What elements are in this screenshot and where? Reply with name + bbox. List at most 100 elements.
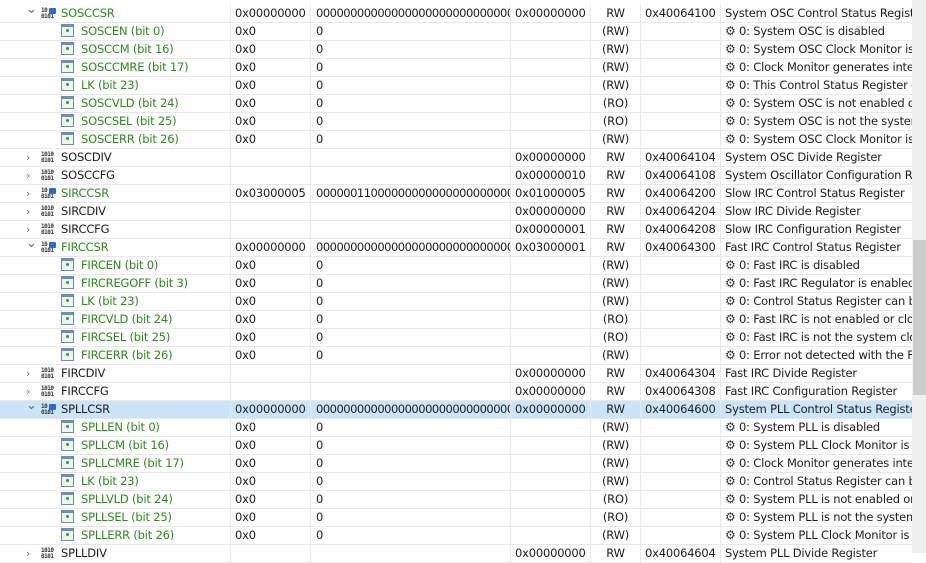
binary-cell[interactable]: 0 [311, 59, 511, 76]
value-cell[interactable] [231, 167, 311, 184]
field-row[interactable]: FIRCSEL (bit 25) 0x0 0 (RO) ⚙ 0: Fast IRC is … [0, 329, 912, 347]
value-cell[interactable]: 0x0 [231, 77, 311, 94]
value-cell[interactable]: 0x0 [231, 95, 311, 112]
binary-cell[interactable] [311, 383, 511, 400]
value-cell[interactable] [231, 383, 311, 400]
field-row[interactable]: SOSCCMRE (bit 17) 0x0 0 (RW) ⚙ 0: Clock Monit… [0, 59, 912, 77]
value-cell[interactable]: 0x0 [231, 275, 311, 292]
value-cell[interactable]: 0x0 [231, 41, 311, 58]
field-row[interactable]: LK (bit 23) 0x0 0 (RW) ⚙ 0: Control Status Re… [0, 293, 912, 311]
value-cell[interactable]: 0x0 [231, 419, 311, 436]
binary-cell[interactable] [311, 545, 511, 562]
binary-cell[interactable]: 0 [311, 41, 511, 58]
field-row[interactable]: SOSCERR (bit 26) 0x0 0 (RW) ⚙ 0: System OSC C… [0, 131, 912, 149]
binary-cell[interactable]: 0 [311, 347, 511, 364]
field-row[interactable]: LK (bit 23) 0x0 0 (RW) ⚙ 0: This Control Stat… [0, 77, 912, 95]
field-row[interactable]: SPLLSEL (bit 25) 0x0 0 (RO) ⚙ 0: System PLL i… [0, 509, 912, 527]
value-cell[interactable]: 0x0 [231, 491, 311, 508]
binary-cell[interactable]: 0 [311, 437, 511, 454]
value-cell[interactable]: 0x0 [231, 455, 311, 472]
binary-cell[interactable] [311, 365, 511, 382]
binary-cell[interactable]: 0 [311, 455, 511, 472]
value-cell[interactable]: 0x0 [231, 113, 311, 130]
value-cell[interactable]: 0x0 [231, 257, 311, 274]
value-cell[interactable]: 0x0 [231, 311, 311, 328]
value-cell[interactable] [231, 545, 311, 562]
field-row[interactable]: FIRCERR (bit 26) 0x0 0 (RW) ⚙ 0: Error not de… [0, 347, 912, 365]
field-row[interactable]: SOSCVLD (bit 24) 0x0 0 (RO) ⚙ 0: System OSC i… [0, 95, 912, 113]
binary-cell[interactable] [311, 221, 511, 238]
value-cell[interactable]: 0x0 [231, 437, 311, 454]
value-cell[interactable] [231, 149, 311, 166]
value-cell[interactable] [231, 365, 311, 382]
value-cell[interactable] [231, 203, 311, 220]
chevron-down-icon[interactable]: ⌄ [26, 239, 37, 252]
value-cell[interactable]: 0x00000000 [231, 239, 311, 256]
field-row[interactable]: SOSCEN (bit 0) 0x0 0 (RW) ⚙ 0: System OSC is … [0, 23, 912, 41]
binary-cell[interactable] [311, 167, 511, 184]
field-row[interactable]: FIRCREGOFF (bit 3) 0x0 0 (RW) ⚙ 0: Fast IRC R… [0, 275, 912, 293]
chevron-right-icon[interactable]: › [26, 149, 36, 166]
register-row[interactable]: › 1010 0101 FIRCDIV 0x00000000 RW 0x40064304 Fa… [0, 365, 912, 383]
binary-cell[interactable]: 0 [311, 473, 511, 490]
register-row[interactable]: › 1010 0101 SIRCCFG 0x00000001 RW 0x40064208 Sl… [0, 221, 912, 239]
value-cell[interactable]: 0x0 [231, 347, 311, 364]
binary-cell[interactable]: 0 [311, 23, 511, 40]
value-cell[interactable]: 0x0 [231, 329, 311, 346]
binary-cell[interactable]: 00000011000000000000000000000101 [311, 185, 511, 202]
binary-cell[interactable]: 0 [311, 509, 511, 526]
field-row[interactable]: SPLLERR (bit 26) 0x0 0 (RW) ⚙ 0: System PLL C… [0, 527, 912, 545]
binary-cell[interactable]: 00000000000000000000000000000000 [311, 239, 511, 256]
binary-cell[interactable]: 00000000000000000000000000000000 [311, 401, 511, 418]
chevron-right-icon[interactable]: › [26, 545, 36, 562]
binary-cell[interactable]: 0 [311, 311, 511, 328]
value-cell[interactable]: 0x0 [231, 509, 311, 526]
chevron-right-icon[interactable]: › [26, 221, 36, 238]
field-row[interactable]: LK (bit 23) 0x0 0 (RW) ⚙ 0: Control Status Re… [0, 473, 912, 491]
chevron-right-icon[interactable]: › [26, 365, 36, 382]
chevron-down-icon[interactable]: ⌄ [26, 401, 37, 414]
binary-cell[interactable]: 00000000000000000000000000000000 [311, 5, 511, 22]
binary-cell[interactable]: 0 [311, 257, 511, 274]
chevron-right-icon[interactable]: › [26, 167, 36, 184]
field-row[interactable]: SPLLCM (bit 16) 0x0 0 (RW) ⚙ 0: System PLL Cl… [0, 437, 912, 455]
binary-cell[interactable]: 0 [311, 113, 511, 130]
binary-cell[interactable]: 0 [311, 527, 511, 544]
field-row[interactable]: SOSCSEL (bit 25) 0x0 0 (RO) ⚙ 0: System OSC i… [0, 113, 912, 131]
binary-cell[interactable]: 0 [311, 329, 511, 346]
chevron-right-icon[interactable]: › [26, 203, 36, 220]
value-cell[interactable]: 0x0 [231, 23, 311, 40]
register-row[interactable]: ⌄ 10 0101 SOSCCSR 0x00000000 0000000000000000… [0, 5, 912, 23]
register-row[interactable]: › 10 0101 SIRCCSR 0x03000005 0000001100000000… [0, 185, 912, 203]
scrollbar-thumb[interactable] [913, 240, 926, 395]
binary-cell[interactable]: 0 [311, 491, 511, 508]
field-row[interactable]: SPLLCMRE (bit 17) 0x0 0 (RW) ⚙ 0: Clock Monit… [0, 455, 912, 473]
register-row[interactable]: ⌄ 10 0101 FIRCCSR 0x00000000 0000000000000000… [0, 239, 912, 257]
register-row[interactable]: › 1010 0101 SOSCCFG 0x00000010 RW 0x40064108 Sy… [0, 167, 912, 185]
binary-cell[interactable]: 0 [311, 275, 511, 292]
binary-cell[interactable] [311, 149, 511, 166]
register-row[interactable]: ⌄ 10 0101 SPLLCSR 0x00000000 0000000000000000… [0, 401, 912, 419]
register-row[interactable]: › 1010 0101 SOSCDIV 0x00000000 RW 0x40064104 Sy… [0, 149, 912, 167]
register-row[interactable]: › 1010 0101 SPLLDIV 0x00000000 RW 0x40064604 Sy… [0, 545, 912, 563]
chevron-right-icon[interactable]: › [26, 383, 36, 400]
field-row[interactable]: FIRCEN (bit 0) 0x0 0 (RW) ⚙ 0: Fast IRC is di… [0, 257, 912, 275]
value-cell[interactable] [231, 221, 311, 238]
value-cell[interactable]: 0x0 [231, 59, 311, 76]
binary-cell[interactable]: 0 [311, 95, 511, 112]
binary-cell[interactable] [311, 203, 511, 220]
value-cell[interactable]: 0x0 [231, 527, 311, 544]
binary-cell[interactable]: 0 [311, 131, 511, 148]
field-row[interactable]: SPLLEN (bit 0) 0x0 0 (RW) ⚙ 0: System PLL is … [0, 419, 912, 437]
chevron-right-icon[interactable]: › [26, 185, 36, 202]
value-cell[interactable]: 0x0 [231, 293, 311, 310]
register-row[interactable]: › 1010 0101 FIRCCFG 0x00000000 RW 0x40064308 Fa… [0, 383, 912, 401]
value-cell[interactable]: 0x03000005 [231, 185, 311, 202]
value-cell[interactable]: 0x00000000 [231, 401, 311, 418]
binary-cell[interactable]: 0 [311, 77, 511, 94]
binary-cell[interactable]: 0 [311, 419, 511, 436]
field-row[interactable]: SPLLVLD (bit 24) 0x0 0 (RO) ⚙ 0: System PLL i… [0, 491, 912, 509]
chevron-down-icon[interactable]: ⌄ [26, 5, 37, 18]
register-row[interactable]: › 1010 0101 SIRCDIV 0x00000000 RW 0x40064204 Sl… [0, 203, 912, 221]
value-cell[interactable]: 0x00000000 [231, 5, 311, 22]
